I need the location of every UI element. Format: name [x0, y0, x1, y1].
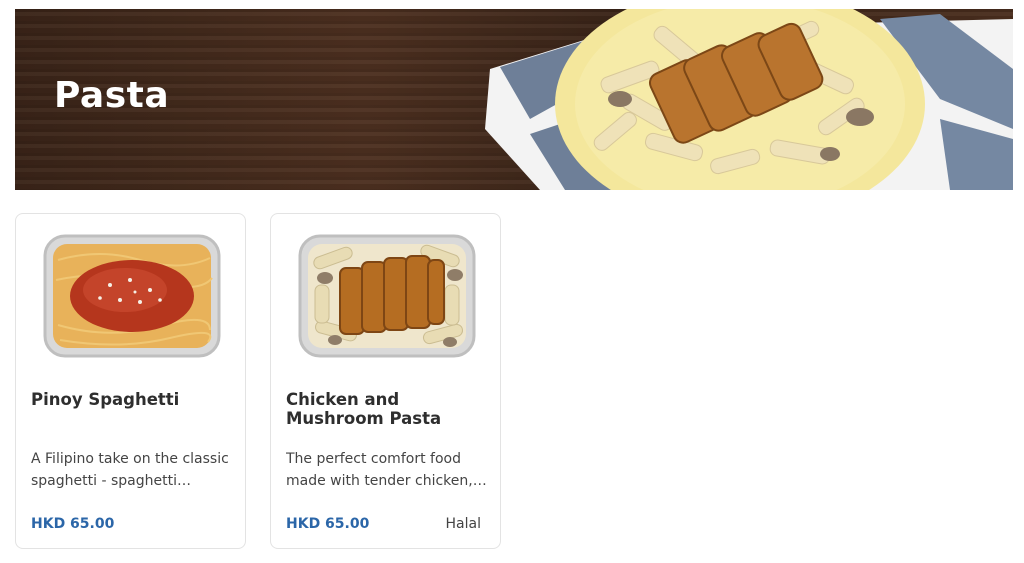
menu-item-description: A Filipino take on the classic spaghetti… [31, 451, 229, 489]
menu-item-price: HKD 65.00 [286, 516, 370, 532]
chicken-mushroom-pasta-tray-photo [298, 234, 476, 358]
pasta-plate-photo [485, 9, 1013, 190]
category-banner: Pasta [15, 9, 1013, 190]
category-title: Pasta [54, 75, 170, 116]
menu-item-price: HKD 65.00 [31, 516, 115, 532]
menu-item-description: The perfect comfort food made with tende… [286, 451, 473, 489]
menu-item-name: Pinoy Spaghetti [31, 390, 180, 409]
menu-item-card[interactable]: Chicken and Mushroom Pasta The perfect c… [270, 213, 501, 549]
menu-item-card[interactable]: Pinoy Spaghetti A Filipino take on the c… [15, 213, 246, 549]
spaghetti-tray-photo [43, 234, 221, 358]
halal-badge: Halal [445, 516, 481, 532]
menu-item-name: Chicken and Mushroom Pasta [286, 390, 442, 428]
